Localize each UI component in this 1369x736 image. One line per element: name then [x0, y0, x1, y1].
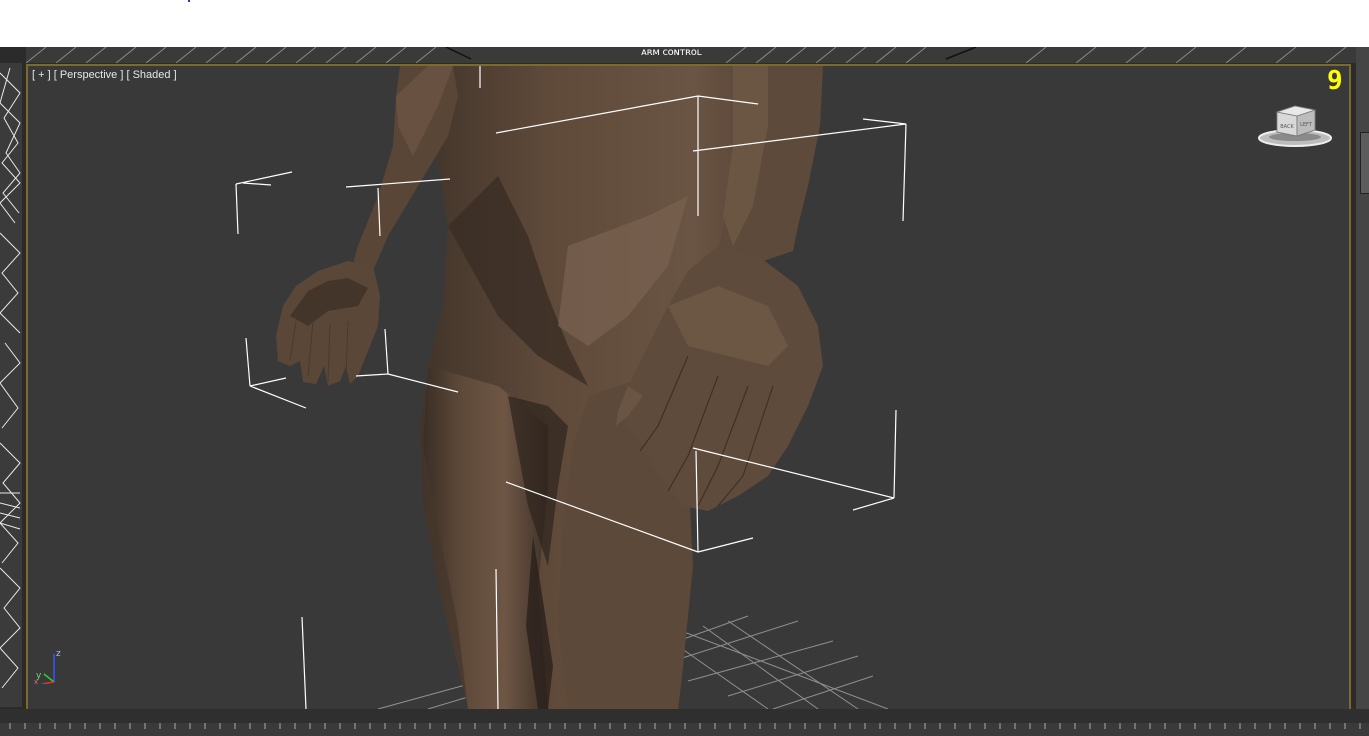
axis-tripod-icon: z y x — [34, 649, 61, 684]
viewcube-face-left[interactable]: LEFT — [1300, 122, 1313, 128]
viewport-menu-shading[interactable]: [ Shaded ] — [126, 69, 176, 81]
viewcube-face-back[interactable]: BACK — [1280, 124, 1294, 130]
left-viewport-slice[interactable] — [0, 63, 22, 707]
viewport-menu-plus[interactable]: [ + ] — [32, 69, 51, 81]
timeline-ruler[interactable] — [0, 723, 1369, 736]
top-viewport-strip[interactable]: ᴀʀᴍ ᴄᴏɴᴛʀᴏʟ — [26, 47, 1356, 63]
viewport-scene[interactable] — [28, 66, 1349, 709]
panel-scroll-thumb[interactable] — [1360, 132, 1369, 194]
time-slider-track[interactable] — [0, 709, 1369, 736]
viewport-menu-view[interactable]: [ Perspective ] — [54, 69, 124, 81]
max-window: ᴀʀᴍ ᴄᴏɴᴛʀᴏʟ [+] [Perspective] [Shad… — [0, 47, 1369, 736]
title-area — [0, 0, 1369, 47]
viewcube-icon[interactable]: BACK LEFT — [1257, 102, 1335, 150]
cursor-dot — [188, 0, 190, 2]
axis-z-label: z — [56, 649, 61, 659]
command-panel-edge[interactable] — [1356, 47, 1369, 736]
viewport-label[interactable]: [ + ] [ Perspective ] [ Shaded ] — [32, 69, 177, 81]
left-wireframe — [0, 63, 22, 707]
axis-x-label: x — [34, 678, 38, 684]
viewport-number-badge: 9 — [1327, 66, 1343, 96]
character-mesh[interactable] — [276, 66, 823, 709]
perspective-viewport[interactable]: [ + ] [ Perspective ] [ Shaded ] 9 BACK … — [26, 64, 1351, 711]
top-strip-label: ᴀʀᴍ ᴄᴏɴᴛʀᴏʟ — [641, 47, 702, 58]
